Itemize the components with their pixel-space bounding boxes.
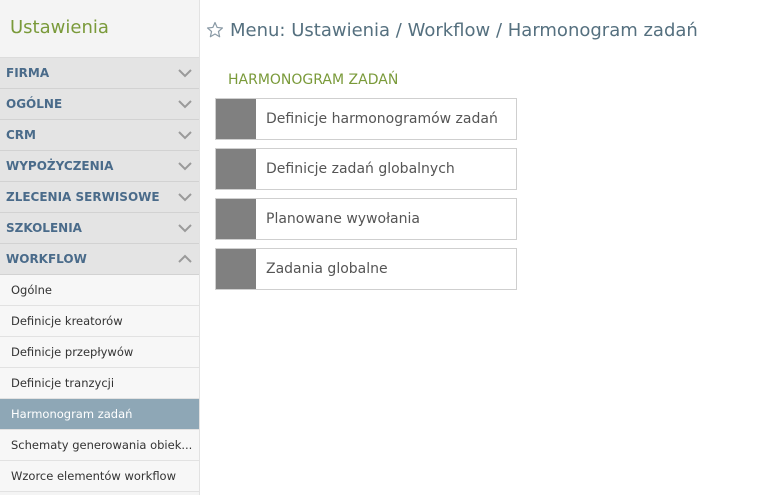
breadcrumb: Menu: Ustawienia / Workflow / Harmonogra… <box>206 17 698 43</box>
chevron-down-icon <box>178 69 192 78</box>
tile-icon <box>216 249 256 289</box>
sidebar-title: Ustawienia <box>0 0 199 58</box>
tile-icon <box>216 199 256 239</box>
sidebar-item-schematy-generowania[interactable]: Schematy generowania obiek... <box>0 430 199 461</box>
sidebar-item-definicje-przeplywow[interactable]: Definicje przepływów <box>0 337 199 368</box>
section-label: SZKOLENIA <box>6 221 82 235</box>
sidebar-section-workflow[interactable]: WORKFLOW <box>0 244 199 275</box>
section-label: FIRMA <box>6 66 50 80</box>
sidebar-item-harmonogram-zadan[interactable]: Harmonogram zadań <box>0 399 199 430</box>
section-label: OGÓLNE <box>6 97 63 111</box>
sidebar-section-ogolne[interactable]: OGÓLNE <box>0 89 199 120</box>
chevron-down-icon <box>178 100 192 109</box>
tile-label: Definicje zadań globalnych <box>266 161 455 177</box>
sidebar-item-wzorce-elementow[interactable]: Wzorce elementów workflow <box>0 461 199 492</box>
section-label: ZLECENIA SERWISOWE <box>6 190 160 204</box>
sidebar-section-zlecenia-serwisowe[interactable]: ZLECENIA SERWISOWE <box>0 182 199 213</box>
star-icon[interactable] <box>206 21 224 39</box>
tile-list: Definicje harmonogramów zadań Definicje … <box>215 98 517 298</box>
breadcrumb-text: Menu: Ustawienia / Workflow / Harmonogra… <box>230 19 698 41</box>
tile-label: Zadania globalne <box>266 261 388 277</box>
chevron-down-icon <box>178 193 192 202</box>
tile-icon <box>216 99 256 139</box>
sidebar: Ustawienia FIRMA OGÓLNE CRM WYPOŻYCZENIA… <box>0 0 200 495</box>
section-label: WYPOŻYCZENIA <box>6 159 114 173</box>
tile-definicje-harmonogramow[interactable]: Definicje harmonogramów zadań <box>215 98 517 140</box>
tile-icon <box>216 149 256 189</box>
sidebar-item-ogolne[interactable]: Ogólne <box>0 275 199 306</box>
section-label: WORKFLOW <box>6 252 87 266</box>
tile-label: Planowane wywołania <box>266 211 420 227</box>
sidebar-item-definicje-tranzycji[interactable]: Definicje tranzycji <box>0 368 199 399</box>
sidebar-section-crm[interactable]: CRM <box>0 120 199 151</box>
tile-planowane-wywolania[interactable]: Planowane wywołania <box>215 198 517 240</box>
chevron-down-icon <box>178 162 192 171</box>
chevron-down-icon <box>178 224 192 233</box>
sidebar-section-szkolenia[interactable]: SZKOLENIA <box>0 213 199 244</box>
section-heading: HARMONOGRAM ZADAŃ <box>228 72 399 88</box>
tile-definicje-zadan-globalnych[interactable]: Definicje zadań globalnych <box>215 148 517 190</box>
tile-label: Definicje harmonogramów zadań <box>266 111 498 127</box>
section-label: CRM <box>6 128 36 142</box>
tile-zadania-globalne[interactable]: Zadania globalne <box>215 248 517 290</box>
chevron-up-icon <box>178 254 192 263</box>
sidebar-item-definicje-kreatorow[interactable]: Definicje kreatorów <box>0 306 199 337</box>
sidebar-section-wypozyczenia[interactable]: WYPOŻYCZENIA <box>0 151 199 182</box>
chevron-down-icon <box>178 131 192 140</box>
sidebar-section-firma[interactable]: FIRMA <box>0 58 199 89</box>
